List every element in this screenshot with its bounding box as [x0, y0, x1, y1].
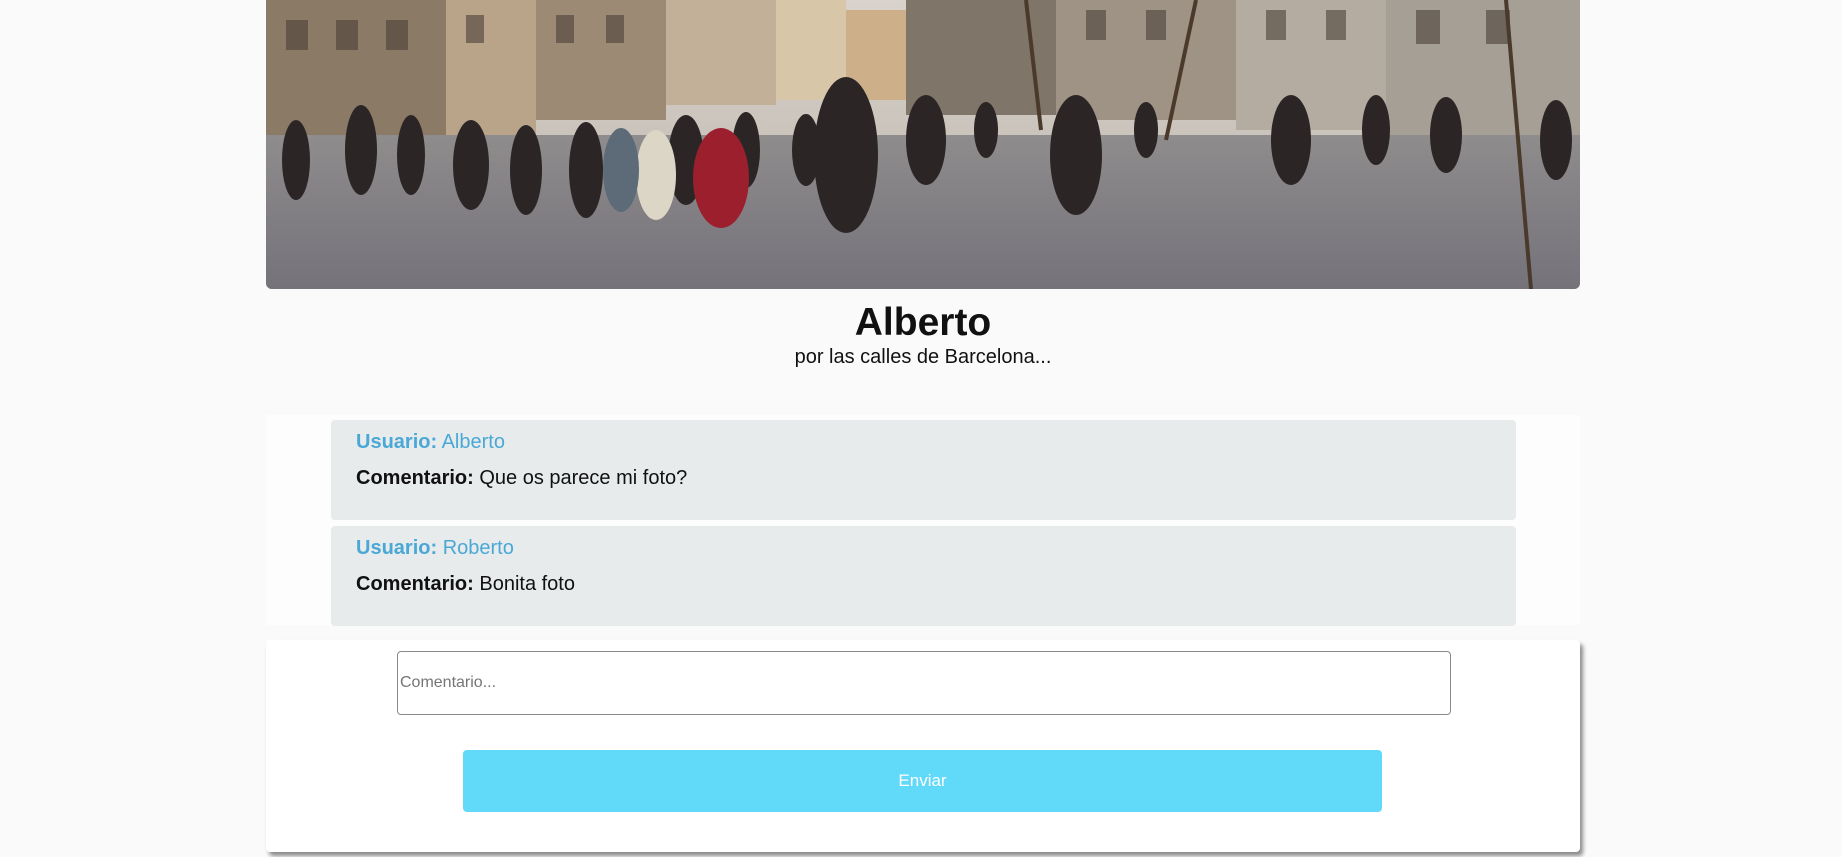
comment-text-value: Que os parece mi foto? [479, 467, 688, 489]
comment-user-key: Usuario: [356, 537, 438, 559]
comment-user: Usuario: Alberto [356, 430, 1491, 454]
comment-user: Usuario: Roberto [356, 536, 1491, 560]
comment-text: Comentario: Bonita foto [356, 572, 1491, 596]
comment-item: Usuario: Roberto Comentario: Bonita foto [331, 526, 1516, 626]
page: Alberto por las calles de Barcelona... U… [0, 0, 1842, 857]
comment-form: Enviar [266, 640, 1580, 852]
comment-text-key: Comentario: [356, 467, 474, 489]
post-photo [266, 0, 1580, 289]
comment-text-value: Bonita foto [479, 573, 575, 595]
post-column: Alberto por las calles de Barcelona... U… [266, 0, 1580, 626]
comment-user-name: Roberto [442, 537, 514, 559]
post-subtitle: por las calles de Barcelona... [794, 346, 1052, 368]
comment-text-key: Comentario: [356, 573, 474, 595]
post-header: Alberto por las calles de Barcelona... [266, 289, 1580, 415]
comment-user-key: Usuario: [356, 431, 438, 453]
comments-list: Usuario: Alberto Comentario: Que os pare… [266, 415, 1580, 626]
comment-input[interactable] [397, 651, 1451, 715]
comment-text: Comentario: Que os parece mi foto? [356, 466, 1491, 490]
post-title: Alberto [854, 301, 992, 344]
comment-item: Usuario: Alberto Comentario: Que os pare… [331, 420, 1516, 520]
street-photo-image [266, 0, 1580, 289]
send-button[interactable]: Enviar [463, 750, 1382, 812]
comment-user-name: Alberto [441, 431, 505, 453]
